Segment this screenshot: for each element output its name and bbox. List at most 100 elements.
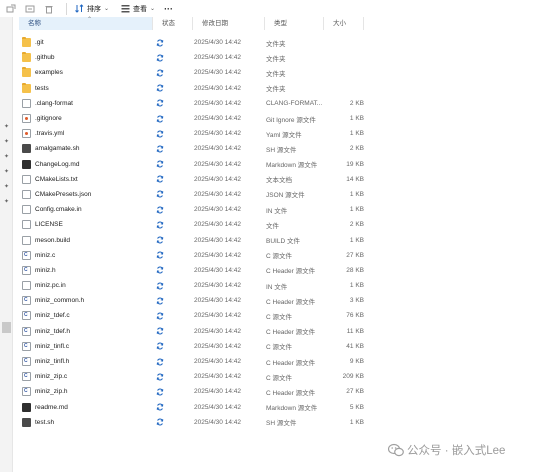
modified-date: 2025/4/30 14:42 <box>194 251 241 259</box>
modified-date: 2025/4/30 14:42 <box>194 266 241 274</box>
sync-status-icon <box>153 175 193 183</box>
file-row[interactable]: Cminiz_tdef.h 2025/4/30 14:42 C Header 源文件… <box>19 324 554 339</box>
pin-icon[interactable]: ✦ <box>3 154 10 161</box>
sync-status-icon <box>153 115 193 123</box>
modified-date: 2025/4/30 14:42 <box>194 373 241 381</box>
markdown-file-icon <box>22 159 31 169</box>
file-name-cell: CMakeLists.txt <box>19 174 153 184</box>
share-icon[interactable] <box>4 2 18 16</box>
file-row[interactable]: .git 2025/4/30 14:42 文件夹 <box>19 35 554 50</box>
file-row[interactable]: ChangeLog.md 2025/4/30 14:42 Markdown 源文件 1… <box>19 157 554 172</box>
file-name: .clang-format <box>35 99 73 107</box>
file-row[interactable]: Cminiz_tinfl.h 2025/4/30 14:42 C Header 源文… <box>19 354 554 369</box>
rename-icon[interactable] <box>23 2 37 16</box>
c-file-icon: C <box>22 326 31 336</box>
pin-icon[interactable]: ✦ <box>3 139 10 146</box>
file-row[interactable]: amalgamate.sh 2025/4/30 14:42 SH 源文件 2 KB <box>19 141 554 156</box>
file-row[interactable]: Config.cmake.in 2025/4/30 14:42 IN 文件 1 KB <box>19 202 554 217</box>
file-type: 文件夹 <box>266 70 286 78</box>
file-row[interactable]: miniz.pc.in 2025/4/30 14:42 IN 文件 1 KB <box>19 278 554 293</box>
modified-date: 2025/4/30 14:42 <box>194 388 241 396</box>
view-label: 查看 <box>133 5 148 13</box>
view-icon <box>121 5 130 13</box>
column-label-status: 状态 <box>162 20 175 27</box>
modified-date: 2025/4/30 14:42 <box>194 403 241 411</box>
file-row[interactable]: .travis.yml 2025/4/30 14:42 Yaml 源文件 1 KB <box>19 126 554 141</box>
modified-date: 2025/4/30 14:42 <box>194 327 241 335</box>
file-row[interactable]: test.sh 2025/4/30 14:42 SH 源文件 1 KB <box>19 415 554 430</box>
column-header-status[interactable]: 状态 <box>153 17 193 30</box>
pin-icon[interactable]: ✦ <box>3 124 10 131</box>
more-options-button[interactable]: ··· <box>164 4 173 14</box>
modified-date: 2025/4/30 14:42 <box>194 297 241 305</box>
file-name: miniz_tinfl.h <box>35 358 70 366</box>
file-row[interactable]: Cminiz_tinfl.c 2025/4/30 14:42 C 源文件 41 KB <box>19 339 554 354</box>
modified-date: 2025/4/30 14:42 <box>194 358 241 366</box>
file-row[interactable]: Cminiz_zip.c 2025/4/30 14:42 C 源文件 209 KB <box>19 369 554 384</box>
file-size: 76 KB <box>346 312 364 320</box>
file-row[interactable]: LICENSE 2025/4/30 14:42 文件 2 KB <box>19 217 554 232</box>
file-row[interactable]: .gitignore 2025/4/30 14:42 Git Ignore 源文件 1… <box>19 111 554 126</box>
file-row[interactable]: meson.build 2025/4/30 14:42 BUILD 文件 1 KB <box>19 232 554 247</box>
file-row[interactable]: .github 2025/4/30 14:42 文件夹 <box>19 50 554 65</box>
file-name: tests <box>35 84 49 92</box>
file-name: ChangeLog.md <box>35 160 80 168</box>
modified-date: 2025/4/30 14:42 <box>194 418 241 426</box>
file-size: 209 KB <box>342 373 364 381</box>
file-name-cell: LICENSE <box>19 220 153 230</box>
file-row[interactable]: .clang-format 2025/4/30 14:42 CLANG-FORMAT… <box>19 96 554 111</box>
file-row[interactable]: Cminiz.c 2025/4/30 14:42 C 源文件 27 KB <box>19 248 554 263</box>
file-row[interactable]: Cminiz_common.h 2025/4/30 14:42 C Header 源… <box>19 293 554 308</box>
file-size: 11 KB <box>346 327 364 335</box>
pin-icon[interactable]: ✦ <box>3 169 10 176</box>
file-name: .gitignore <box>35 115 62 123</box>
sync-status-icon <box>153 39 193 47</box>
file-name-cell: miniz.pc.in <box>19 281 153 291</box>
file-size: 27 KB <box>346 388 364 396</box>
file-row[interactable]: CMakePresets.json 2025/4/30 14:42 JSON 源文件… <box>19 187 554 202</box>
folder-icon <box>22 67 31 78</box>
file-type: C Header 源文件 <box>266 298 316 306</box>
file-type: BUILD 文件 <box>266 238 300 246</box>
file-size: 28 KB <box>346 266 364 274</box>
column-header-name[interactable]: ⌃ 名称 <box>19 17 153 30</box>
file-name-cell: Cminiz_common.h <box>19 296 153 306</box>
modified-date: 2025/4/30 14:42 <box>194 175 241 183</box>
file-size: 2 KB <box>349 145 364 153</box>
column-header-size[interactable]: 大小 <box>324 17 364 30</box>
file-row[interactable]: Cminiz.h 2025/4/30 14:42 C Header 源文件 28 KB <box>19 263 554 278</box>
sync-status-icon <box>153 236 193 244</box>
file-type: C Header 源文件 <box>266 329 316 337</box>
sync-status-icon <box>153 69 193 77</box>
modified-date: 2025/4/30 14:42 <box>194 69 241 77</box>
file-name: LICENSE <box>35 221 63 229</box>
column-header-type[interactable]: 类型 <box>265 17 324 30</box>
modified-date: 2025/4/30 14:42 <box>194 115 241 123</box>
file-row[interactable]: Cminiz_zip.h 2025/4/30 14:42 C Header 源文件 2… <box>19 384 554 399</box>
modified-date: 2025/4/30 14:42 <box>194 84 241 92</box>
view-button[interactable]: 查看 ⌄ <box>118 2 158 16</box>
file-name: examples <box>35 69 63 77</box>
file-icon <box>22 281 31 291</box>
file-name: test.sh <box>35 418 55 426</box>
file-row[interactable]: examples 2025/4/30 14:42 文件夹 <box>19 65 554 80</box>
file-type: JSON 源文件 <box>266 192 305 200</box>
file-row[interactable]: tests 2025/4/30 14:42 文件夹 <box>19 81 554 96</box>
pin-icon[interactable]: ✦ <box>3 199 10 206</box>
file-name-cell: Cminiz.c <box>19 250 153 260</box>
file-row[interactable]: Cminiz_tdef.c 2025/4/30 14:42 C 源文件 76 KB <box>19 308 554 323</box>
delete-icon[interactable] <box>42 2 56 16</box>
pin-icon[interactable]: ✦ <box>3 184 10 191</box>
file-row[interactable]: readme.md 2025/4/30 14:42 Markdown 源文件 5 KB <box>19 400 554 415</box>
column-header-date[interactable]: 修改日期 <box>193 17 265 30</box>
file-name: miniz.c <box>35 251 56 259</box>
file-name-cell: tests <box>19 82 153 93</box>
drive-icon[interactable] <box>2 322 11 333</box>
file-name: .github <box>35 54 55 62</box>
sync-status-icon <box>153 221 193 229</box>
file-row[interactable]: CMakeLists.txt 2025/4/30 14:42 文本文档 14 KB <box>19 172 554 187</box>
file-size: 1 KB <box>349 236 364 244</box>
sync-status-icon <box>153 403 193 411</box>
file-name: readme.md <box>35 403 68 411</box>
file-size: 2 KB <box>349 221 364 229</box>
